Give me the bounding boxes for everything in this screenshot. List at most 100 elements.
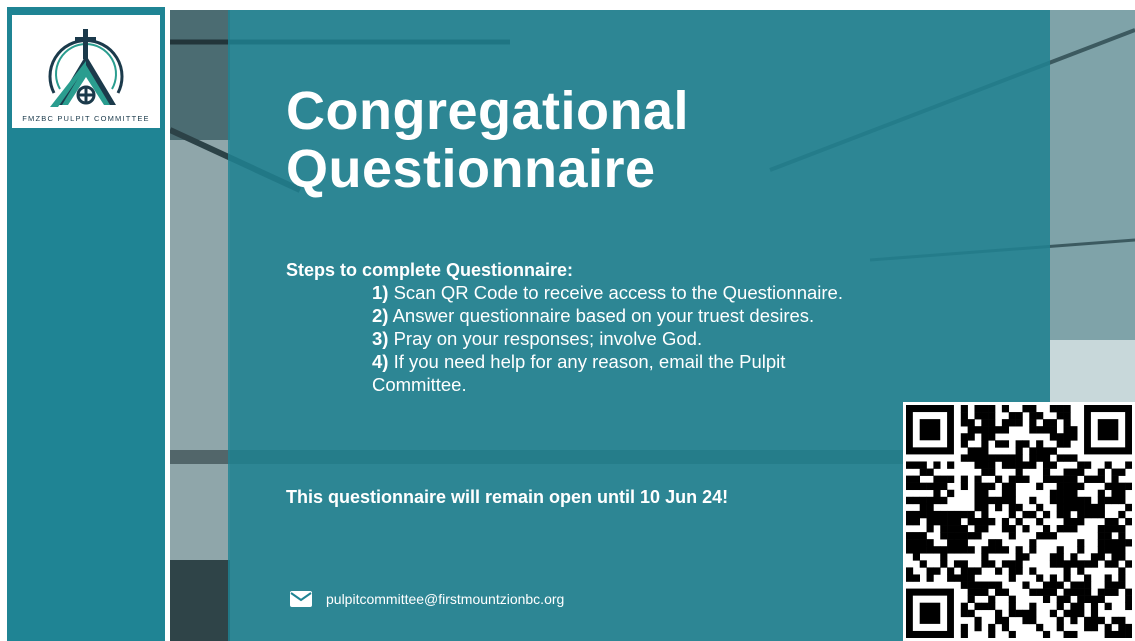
qr-module <box>974 517 982 526</box>
qr-module <box>1077 595 1085 603</box>
qr-module <box>953 525 962 533</box>
qr-module <box>926 503 934 512</box>
qr-module <box>1056 560 1064 568</box>
qr-module <box>988 517 996 526</box>
qr-module <box>940 496 948 505</box>
qr-module <box>1015 468 1023 476</box>
qr-module <box>906 546 914 554</box>
qr-module <box>1097 510 1105 519</box>
qr-module <box>1104 539 1112 547</box>
qr-module <box>1042 461 1051 469</box>
qr-module <box>1015 475 1023 483</box>
qr-module <box>1104 525 1112 533</box>
qr-module <box>933 567 941 575</box>
qr-module <box>1036 588 1044 596</box>
qr-module <box>1070 630 1078 638</box>
qr-module <box>940 510 948 519</box>
qr-module <box>1029 616 1037 625</box>
qr-module <box>960 630 968 638</box>
qr-module <box>1077 461 1085 469</box>
qr-module <box>1111 517 1119 526</box>
title-line-1: Congregational <box>286 81 690 141</box>
qr-module <box>1056 475 1064 483</box>
qr-module <box>1077 581 1085 589</box>
qr-module <box>1022 440 1030 448</box>
qr-module <box>1001 461 1010 469</box>
qr-module <box>1029 419 1037 427</box>
steps-heading: Steps to complete Questionnaire: <box>286 260 574 280</box>
qr-module <box>940 560 948 568</box>
qr-module <box>1118 546 1126 554</box>
qr-module <box>919 560 927 568</box>
qr-module <box>919 546 927 554</box>
qr-module <box>974 405 982 413</box>
qr-module <box>981 461 989 469</box>
qr-module <box>1008 560 1016 568</box>
qr-module <box>1070 616 1078 625</box>
qr-module <box>1104 602 1112 611</box>
qr-module <box>912 517 920 526</box>
qr-module <box>981 496 989 505</box>
qr-module <box>960 581 968 589</box>
qr-module <box>1097 468 1105 476</box>
slide: Congregational Questionnaire Steps to co… <box>170 10 1135 641</box>
qr-module <box>967 588 975 596</box>
qr-module <box>981 581 989 589</box>
qr-module <box>1097 553 1105 561</box>
qr-module <box>974 482 982 491</box>
step-text: Answer questionnaire based on your trues… <box>388 305 815 326</box>
qr-module <box>1070 525 1078 533</box>
qr-module <box>1063 574 1071 582</box>
qr-module <box>1077 588 1085 596</box>
qr-module <box>1049 532 1057 540</box>
qr-module <box>1111 482 1119 491</box>
step-item: 1) Scan QR Code to receive access to the… <box>372 281 872 304</box>
qr-module <box>940 546 948 554</box>
qr-module <box>1084 560 1092 568</box>
qr-module <box>960 405 968 413</box>
qr-module <box>1111 588 1119 596</box>
qr-module <box>967 510 975 519</box>
qr-module <box>1001 525 1010 533</box>
qr-module <box>1118 623 1126 632</box>
qr-module <box>1036 532 1044 540</box>
qr-module <box>1063 630 1071 638</box>
qr-module <box>1008 510 1016 519</box>
qr-finder-pattern <box>919 419 941 441</box>
qr-module <box>1118 489 1126 498</box>
qr-module <box>1070 482 1078 491</box>
email-contact[interactable]: pulpitcommittee@firstmountzionbc.org <box>290 588 564 610</box>
qr-module <box>1063 440 1071 448</box>
qr-module <box>995 539 1003 547</box>
qr-module <box>1049 447 1057 455</box>
qr-module <box>1125 482 1132 491</box>
qr-module <box>981 482 989 491</box>
qr-module <box>1056 503 1064 512</box>
qr-module <box>1118 532 1126 540</box>
qr-module <box>1125 595 1132 603</box>
qr-module <box>1077 602 1085 611</box>
qr-module <box>974 525 982 533</box>
qr-module <box>1090 475 1099 483</box>
qr-code[interactable] <box>903 402 1135 641</box>
qr-module <box>1022 581 1030 589</box>
qr-module <box>967 574 975 582</box>
qr-module <box>912 496 920 505</box>
qr-code-icon <box>906 405 1132 638</box>
qr-module <box>1097 588 1105 596</box>
qr-module <box>1056 496 1064 505</box>
qr-module <box>926 482 934 491</box>
qr-module <box>960 532 968 540</box>
qr-module <box>1042 532 1051 540</box>
qr-module <box>960 419 968 427</box>
qr-module <box>995 475 1003 483</box>
qr-module <box>933 496 941 505</box>
qr-module <box>1070 609 1078 618</box>
qr-module <box>1063 454 1071 462</box>
qr-module <box>912 475 920 483</box>
qr-module <box>981 468 989 476</box>
step-item: 2) Answer questionnaire based on your tr… <box>372 304 872 327</box>
email-address[interactable]: pulpitcommittee@firstmountzionbc.org <box>326 591 564 607</box>
qr-module <box>981 510 989 519</box>
qr-module <box>1090 560 1099 568</box>
